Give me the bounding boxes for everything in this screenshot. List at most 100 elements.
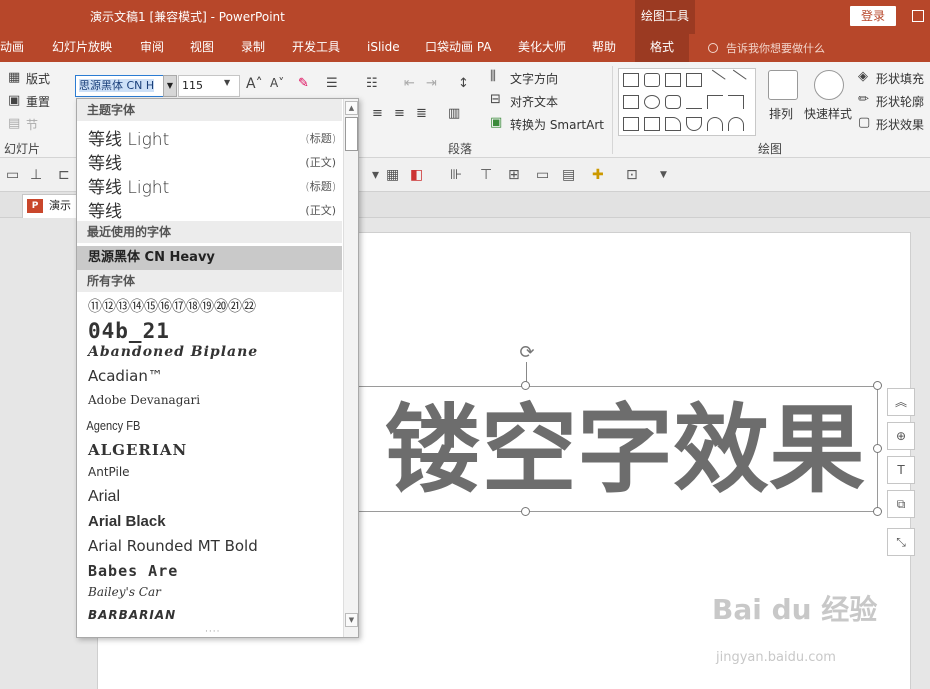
- shape-vertical-textbox-icon[interactable]: [686, 73, 702, 87]
- arrange-button[interactable]: 排列: [769, 105, 793, 122]
- selected-textbox[interactable]: 镂空字效果: [335, 386, 878, 512]
- toolbar-icon-12[interactable]: ⊡: [626, 167, 638, 183]
- clear-format-icon[interactable]: ✎: [298, 76, 309, 91]
- customize-toolbar-icon[interactable]: ▼: [660, 170, 667, 180]
- grow-font-icon[interactable]: A˄: [246, 76, 263, 92]
- tab-record[interactable]: 录制: [241, 34, 265, 62]
- resize-handle-bottom-right[interactable]: [873, 507, 882, 516]
- layout-button[interactable]: 版式: [26, 70, 50, 87]
- tab-islide[interactable]: iSlide: [367, 34, 400, 62]
- font-option[interactable]: Adobe Devanagari: [77, 393, 342, 417]
- shape-line-icon[interactable]: [704, 69, 726, 91]
- shape-elbow-arrow-icon[interactable]: [728, 95, 744, 109]
- font-option[interactable]: AntPile: [77, 465, 342, 489]
- toolbar-icon-5[interactable]: ▦: [386, 167, 399, 183]
- tab-slideshow[interactable]: 幻灯片放映: [52, 34, 112, 62]
- justify-icon[interactable]: ≣: [416, 106, 427, 121]
- font-option[interactable]: Babes Are: [77, 562, 342, 586]
- shape-square-icon[interactable]: [623, 95, 639, 109]
- shape-rectangle-icon[interactable]: [623, 73, 639, 87]
- font-size-input[interactable]: 115: [178, 75, 240, 97]
- tab-animations[interactable]: 动画: [0, 34, 24, 62]
- shape-rounded-rect-icon[interactable]: [665, 95, 681, 109]
- font-option-theme-body-2[interactable]: 等线 (正文): [77, 197, 342, 221]
- shape-triangle-icon[interactable]: [686, 95, 702, 109]
- convert-smartart-button[interactable]: 转换为 SmartArt: [510, 116, 604, 133]
- tab-format[interactable]: 格式: [635, 34, 690, 62]
- font-option[interactable]: Arial: [77, 488, 342, 512]
- restore-window-icon[interactable]: [912, 10, 924, 22]
- document-tab[interactable]: P 演示: [22, 194, 82, 218]
- numbering-icon[interactable]: ☷: [366, 76, 378, 91]
- shape-right-arrow-icon[interactable]: [623, 117, 639, 131]
- font-option[interactable]: Abandoned Biplane: [77, 344, 342, 368]
- text-direction-button[interactable]: 文字方向: [510, 70, 558, 87]
- collapse-panel-icon[interactable]: ︽: [887, 388, 915, 416]
- font-option[interactable]: ALGERIAN: [77, 441, 342, 465]
- login-button[interactable]: 登录: [850, 6, 896, 26]
- font-option[interactable]: Acadian™: [77, 367, 342, 391]
- toolbar-icon-2[interactable]: ⊥: [30, 167, 42, 183]
- scroll-thumb[interactable]: [345, 117, 358, 151]
- dropdown-scrollbar[interactable]: ▲ ▼: [343, 99, 358, 637]
- increase-indent-icon[interactable]: ⇥: [426, 76, 437, 91]
- font-option[interactable]: Arial Black: [77, 513, 342, 537]
- font-option[interactable]: ⑪⑫⑬⑭⑮⑯⑰⑱⑲⑳㉑㉒: [77, 296, 342, 320]
- tab-review[interactable]: 审阅: [140, 34, 164, 62]
- shrink-font-icon[interactable]: A˅: [270, 76, 284, 90]
- bullets-icon[interactable]: ☰: [326, 76, 338, 91]
- shape-fill-button[interactable]: 形状填充: [876, 70, 924, 87]
- tab-view[interactable]: 视图: [190, 34, 214, 62]
- align-target-icon[interactable]: ⊕: [887, 422, 915, 450]
- align-right-icon[interactable]: ≡: [394, 106, 405, 121]
- font-option-theme-body[interactable]: 等线 (正文): [77, 149, 342, 173]
- shape-wave-icon[interactable]: [665, 117, 681, 131]
- shape-down-arrow-icon[interactable]: [644, 117, 660, 131]
- align-text-button[interactable]: 对齐文本: [510, 93, 558, 110]
- line-spacing-icon[interactable]: ↕: [458, 76, 469, 91]
- font-dropdown[interactable]: 主题字体 等线 Light (标题) 等线 (正文) 等线 Light (标题) 等线…: [76, 98, 359, 638]
- expand-icon[interactable]: ⤡: [887, 528, 915, 556]
- font-option[interactable]: Bailey's Car: [77, 585, 342, 609]
- font-size-dropdown-icon[interactable]: ▼: [224, 78, 230, 87]
- font-option-theme-heading-2[interactable]: 等线 Light (标题): [77, 173, 342, 197]
- toolbar-icon-11[interactable]: ▤: [562, 167, 575, 183]
- shape-arrow-line-icon[interactable]: [725, 69, 747, 91]
- shape-brace-icon[interactable]: [686, 117, 702, 131]
- resize-grip-icon[interactable]: ····: [205, 627, 220, 637]
- scroll-up-icon[interactable]: ▲: [345, 101, 358, 115]
- tab-developer[interactable]: 开发工具: [292, 34, 340, 62]
- section-button[interactable]: 节: [26, 116, 38, 133]
- shape-oval-icon[interactable]: [644, 95, 660, 109]
- font-name-input[interactable]: 思源黑体 CN H: [75, 75, 175, 97]
- resize-handle-top-right[interactable]: [873, 381, 882, 390]
- paste-icon[interactable]: ✚: [592, 167, 604, 183]
- toolbar-icon-6[interactable]: ◧: [410, 167, 423, 183]
- shape-effects-button[interactable]: 形状效果: [876, 116, 924, 133]
- scroll-down-icon[interactable]: ▼: [345, 613, 358, 627]
- tell-me-search[interactable]: 告诉我你想要做什么: [708, 40, 825, 56]
- align-center-icon[interactable]: ≡: [372, 106, 383, 121]
- shape-rounded-icon[interactable]: [644, 73, 660, 87]
- resize-handle-right[interactable]: [873, 444, 882, 453]
- resize-handle-bottom[interactable]: [521, 507, 530, 516]
- resize-handle-top[interactable]: [521, 381, 530, 390]
- shape-curve-icon[interactable]: [728, 117, 744, 131]
- toolbar-icon-8[interactable]: ⊤: [480, 167, 492, 183]
- toolbar-icon-9[interactable]: ⊞: [508, 167, 520, 183]
- shape-textbox-icon[interactable]: [665, 73, 681, 87]
- font-option[interactable]: Arial Rounded MT Bold: [77, 537, 342, 561]
- tab-help[interactable]: 帮助: [592, 34, 616, 62]
- tab-pocket-animation[interactable]: 口袋动画 PA: [425, 34, 492, 62]
- toolbar-icon-10[interactable]: ▭: [536, 167, 549, 183]
- columns-icon[interactable]: ▥: [448, 106, 460, 121]
- toolbar-icon-7[interactable]: ⊪: [450, 167, 462, 183]
- font-option-theme-heading[interactable]: 等线 Light (标题): [77, 125, 342, 149]
- rotate-handle-icon[interactable]: ⟳: [516, 342, 538, 364]
- shape-gallery[interactable]: [618, 68, 756, 136]
- slide-text[interactable]: 镂空字效果: [336, 393, 879, 507]
- layer-icon[interactable]: ⧉: [887, 490, 915, 518]
- toolbar-icon-3[interactable]: ⊏: [58, 167, 70, 183]
- font-option[interactable]: Agency FB: [77, 418, 302, 442]
- toolbar-icon-1[interactable]: ▭: [6, 167, 19, 183]
